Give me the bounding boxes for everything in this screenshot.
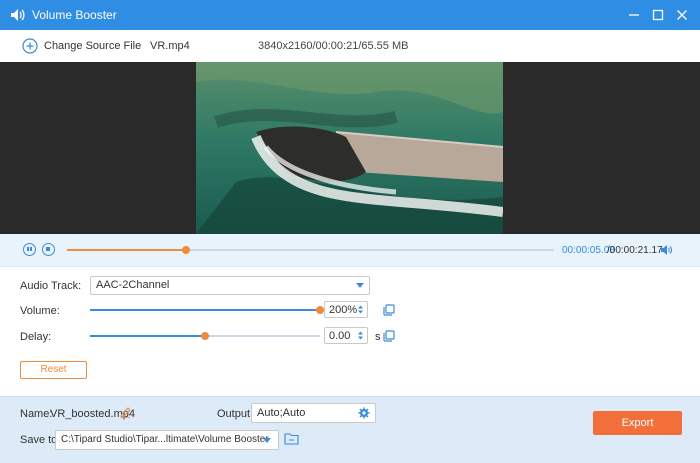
delay-slider[interactable] [90, 332, 320, 340]
pause-button[interactable] [23, 243, 36, 256]
add-file-icon[interactable] [22, 38, 38, 54]
gear-icon[interactable] [358, 407, 370, 419]
chevron-down-icon [356, 283, 364, 288]
delay-label: Delay: [20, 331, 52, 343]
output-format-value: Auto;Auto [257, 407, 306, 419]
edit-icon[interactable] [120, 407, 131, 418]
minimize-icon[interactable] [626, 7, 642, 23]
playback-bar: 00:00:05.08 /00:00:21.17 [0, 234, 700, 267]
folder-icon[interactable] [284, 432, 299, 445]
volume-input[interactable]: 200% [324, 301, 368, 318]
progress-fill [67, 249, 187, 251]
audio-track-select[interactable]: AAC-2Channel [90, 276, 370, 295]
delay-input[interactable]: 0.00 [324, 327, 368, 344]
maximize-icon[interactable] [650, 7, 666, 23]
output-format-field[interactable]: Auto;Auto [251, 403, 376, 423]
change-source-file-button[interactable]: Change Source File [44, 40, 141, 52]
delay-slider-fill [90, 335, 205, 337]
apply-to-all-icon[interactable] [383, 304, 395, 316]
delay-unit: s [375, 331, 381, 343]
source-filename: VR.mp4 [150, 40, 190, 52]
source-bar: Change Source File VR.mp4 3840x2160/00:0… [0, 30, 700, 63]
save-to-path: C:\Tipard Studio\Tipar...ltimate\Volume … [61, 434, 269, 445]
save-to-path-select[interactable]: C:\Tipard Studio\Tipar...ltimate\Volume … [55, 430, 279, 450]
volume-slider-knob[interactable] [316, 306, 324, 314]
export-button[interactable]: Export [593, 411, 682, 435]
spinner-arrows-icon[interactable] [357, 304, 364, 315]
total-time: /00:00:21.17 [607, 245, 663, 256]
name-label: Name: [20, 408, 53, 420]
title-bar: Volume Booster [0, 0, 700, 30]
source-file-info: 3840x2160/00:00:21/65.55 MB [258, 40, 409, 52]
volume-label: Volume: [20, 305, 60, 317]
window-title: Volume Booster [32, 8, 117, 22]
volume-slider[interactable] [90, 306, 324, 314]
volume-value: 200% [329, 304, 358, 316]
audio-settings-panel: Audio Track: AAC-2Channel Volume: 200% D… [0, 267, 700, 396]
audio-track-value: AAC-2Channel [96, 279, 170, 291]
video-frame [196, 62, 503, 234]
speaker-icon [11, 9, 25, 21]
chevron-down-icon [263, 438, 271, 443]
reset-button[interactable]: Reset [20, 361, 87, 379]
stop-button[interactable] [42, 243, 55, 256]
audio-track-label: Audio Track: [20, 280, 82, 292]
output-label: Output: [217, 408, 254, 420]
video-preview-area [0, 62, 700, 234]
output-bar: Name: VR_boosted.mp4 Output: Auto;Auto S… [0, 396, 700, 463]
progress-knob[interactable] [182, 246, 191, 254]
playback-progress-slider[interactable] [67, 246, 554, 254]
close-icon[interactable] [674, 7, 690, 23]
volume-slider-fill [90, 309, 320, 311]
delay-slider-knob[interactable] [201, 332, 209, 340]
apply-to-all-icon[interactable] [383, 330, 395, 342]
delay-value: 0.00 [329, 330, 351, 342]
volume-icon[interactable] [660, 244, 673, 256]
spinner-arrows-icon[interactable] [357, 330, 364, 341]
